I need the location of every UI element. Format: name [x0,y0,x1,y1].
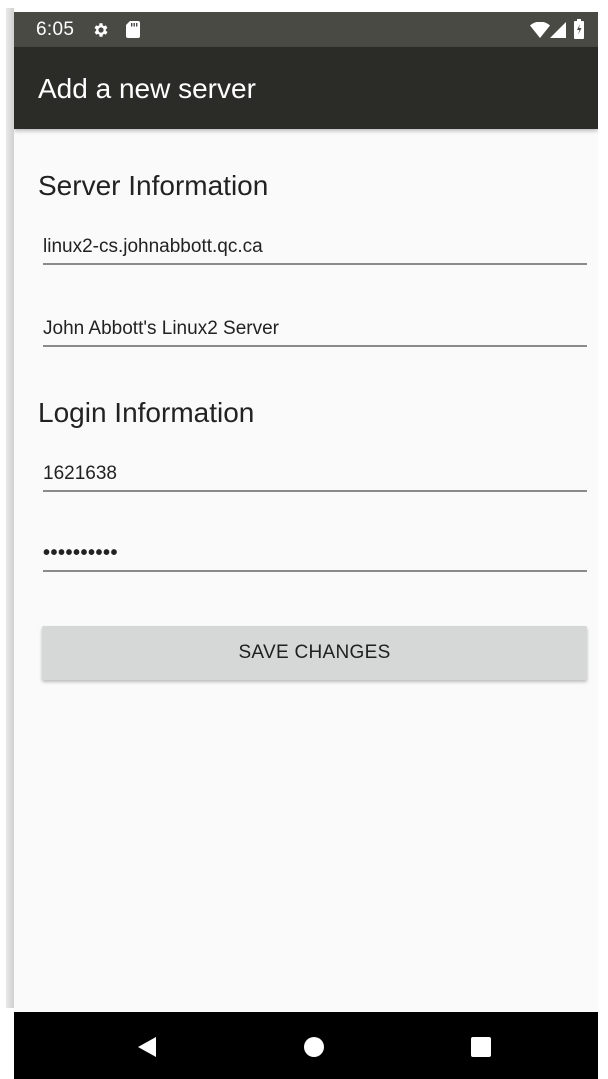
app-toolbar: Add a new server [14,47,598,129]
recents-icon[interactable] [470,1036,492,1058]
password-value: •••••••••• [43,542,119,564]
password-field[interactable]: •••••••••• [43,530,587,572]
status-time: 6:05 [36,19,75,40]
server-name-value: John Abbott's Linux2 Server [43,318,279,339]
page-title: Add a new server [38,73,256,104]
wifi-icon [530,22,550,38]
navigation-bar [14,1012,598,1079]
gear-icon [94,23,108,37]
cell-signal-icon [550,22,566,38]
server-name-field[interactable]: John Abbott's Linux2 Server [43,305,587,347]
username-value: 1621638 [43,463,117,484]
login-section-heading: Login Information [38,397,255,428]
home-icon[interactable] [303,1036,325,1058]
server-section-heading: Server Information [38,170,269,201]
save-changes-button[interactable]: SAVE CHANGES [42,626,587,680]
phone-screen: 6:05 Add a new server Server Information… [14,12,598,1079]
hostname-field[interactable]: linux2-cs.johnabbott.qc.ca [43,223,587,265]
username-field[interactable]: 1621638 [43,450,587,492]
back-icon[interactable] [136,1036,158,1058]
status-bar: 6:05 [14,12,598,47]
frame-edge [6,8,14,1008]
battery-icon [574,19,584,39]
device-frame: 6:05 Add a new server Server Information… [0,0,608,1079]
hostname-value: linux2-cs.johnabbott.qc.ca [43,236,263,257]
sd-card-icon [126,21,140,38]
